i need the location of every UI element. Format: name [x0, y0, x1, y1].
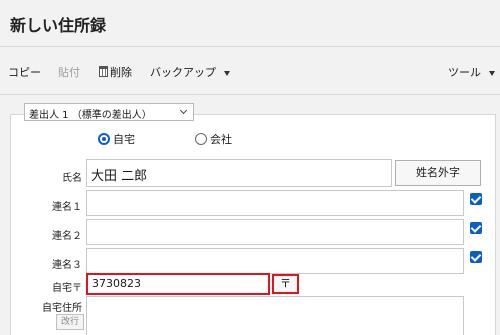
window-title: 新しい住所録	[10, 16, 107, 35]
radio-selected-icon	[98, 133, 110, 145]
sender-select-value: 差出人 1 （標準の差出人）	[29, 110, 152, 121]
radio-home[interactable]: 自宅	[98, 131, 135, 147]
postal-code-value: 3730823	[92, 277, 141, 290]
radio-unselected-icon	[195, 133, 207, 145]
paste-button[interactable]: 貼付	[58, 64, 80, 80]
name-field-value: 大田 二郎	[91, 169, 148, 184]
toolbar: コピー 貼付 削除 バックアップ ツール	[0, 60, 500, 84]
backup-label: バックアップ	[150, 66, 216, 79]
name-field[interactable]: 大田 二郎	[86, 159, 392, 187]
tools-dropdown[interactable]: ツール	[448, 64, 495, 80]
chevron-down-icon	[489, 70, 495, 76]
joint3-field[interactable]	[86, 248, 464, 274]
address-field[interactable]	[86, 296, 464, 335]
delete-button[interactable]: 削除	[99, 64, 132, 80]
radio-home-label: 自宅	[113, 133, 135, 146]
joint2-checkbox[interactable]	[470, 222, 482, 234]
chevron-down-icon	[179, 106, 188, 115]
toolbar-divider	[0, 94, 500, 95]
sender-select[interactable]: 差出人 1 （標準の差出人）	[24, 103, 194, 121]
copy-button[interactable]: コピー	[8, 64, 41, 80]
joint3-label: 連名３	[52, 260, 82, 271]
radio-company-label: 会社	[210, 133, 232, 146]
title-divider	[0, 46, 500, 47]
newline-button[interactable]: 改行	[56, 314, 84, 330]
joint1-checkbox[interactable]	[470, 193, 482, 205]
trash-icon	[99, 66, 108, 77]
backup-dropdown[interactable]: バックアップ	[150, 64, 230, 80]
joint2-field[interactable]	[86, 219, 464, 245]
gaiji-button[interactable]: 姓名外字	[395, 160, 481, 186]
joint1-label: 連名１	[52, 202, 82, 213]
postal-label: 自宅〒	[52, 283, 82, 294]
joint3-checkbox[interactable]	[470, 251, 482, 263]
address-label: 自宅住所	[42, 303, 82, 314]
name-label: 氏名	[62, 173, 82, 184]
postal-code-field[interactable]: 3730823	[86, 273, 270, 295]
joint2-label: 連名２	[52, 231, 82, 242]
delete-label: 削除	[110, 66, 132, 79]
chevron-down-icon	[224, 70, 230, 76]
postal-lookup-button[interactable]: 〒	[272, 274, 299, 294]
tools-label: ツール	[448, 66, 481, 79]
radio-company[interactable]: 会社	[195, 131, 232, 147]
joint1-field[interactable]	[86, 190, 464, 216]
